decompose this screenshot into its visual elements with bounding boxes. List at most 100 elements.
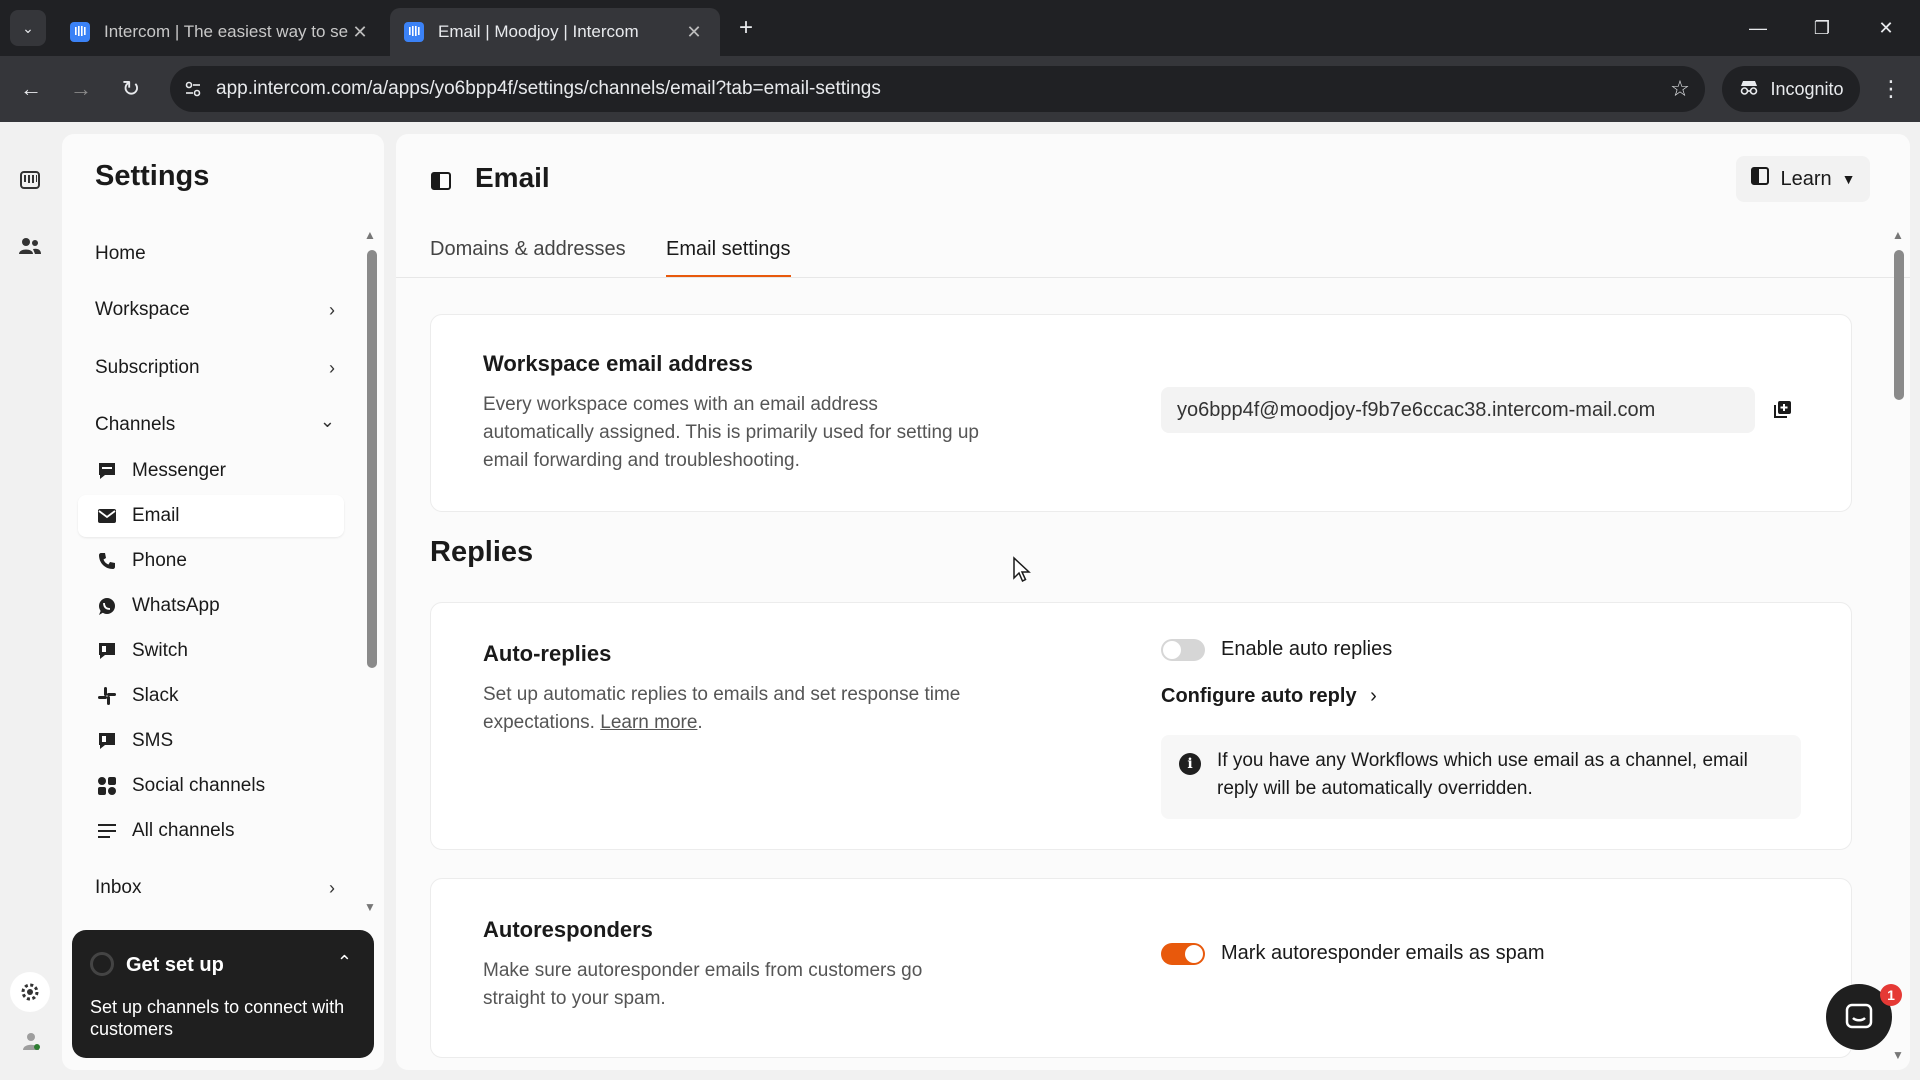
info-icon: i [1179, 753, 1201, 775]
chevron-right-icon: › [329, 877, 335, 898]
settings-gear-icon[interactable] [10, 972, 50, 1012]
inbox-icon[interactable] [16, 166, 44, 194]
auto-replies-title: Auto-replies [483, 641, 612, 666]
mark-spam-toggle[interactable] [1161, 943, 1205, 965]
incognito-icon [1738, 78, 1760, 101]
window-close-icon[interactable]: ✕ [1864, 8, 1908, 48]
main-scroll-down-icon[interactable]: ▼ [1892, 1048, 1904, 1062]
tab-search-button[interactable]: ⌄ [10, 10, 46, 46]
sidebar-item-label: Social channels [132, 775, 266, 796]
sidebar-item-label: All channels [132, 820, 235, 841]
contacts-icon[interactable] [16, 232, 44, 260]
site-info-icon[interactable] [170, 79, 216, 99]
sidebar-item-channels[interactable]: Channels ⌄ [95, 405, 335, 445]
page-title: Email [475, 162, 550, 193]
user-avatar-icon[interactable] [20, 1030, 42, 1052]
chevron-right-icon: › [1370, 685, 1377, 707]
copy-icon[interactable] [1771, 399, 1795, 423]
browser-menu-icon[interactable]: ⋮ [1876, 72, 1906, 106]
browser-tab-email[interactable]: Email | Moodjoy | Intercom ✕ [390, 8, 720, 56]
period: . [697, 712, 703, 733]
sidebar-item-phone[interactable]: Phone [78, 540, 344, 582]
browser-tab-intercom[interactable]: Intercom | The easiest way to se ✕ [56, 8, 386, 56]
tab-domains-addresses[interactable]: Domains & addresses [430, 230, 626, 278]
main-scrollbar[interactable] [1894, 250, 1904, 400]
main-panel: Email Learn ▼ Domains & addresses Email … [396, 134, 1910, 1070]
sidebar-item-home[interactable]: Home [95, 234, 335, 274]
auto-replies-description: Set up automatic replies to emails and s… [483, 681, 983, 737]
sidebar-item-label: Channels [95, 414, 176, 435]
book-icon [1750, 166, 1770, 192]
minimize-icon[interactable]: — [1736, 8, 1780, 48]
address-bar[interactable]: app.intercom.com/a/apps/yo6bpp4f/setting… [170, 66, 1705, 112]
browser-toolbar: ← → ↻ app.intercom.com/a/apps/yo6bpp4f/s… [0, 56, 1920, 122]
sidebar-item-workspace[interactable]: Workspace › [95, 290, 335, 330]
sidebar-item-label: Slack [132, 685, 179, 706]
slack-icon [96, 685, 118, 707]
learn-more-link[interactable]: Learn more [600, 712, 697, 733]
learn-button[interactable]: Learn ▼ [1736, 156, 1870, 202]
email-icon [96, 505, 118, 527]
settings-title: Settings [95, 160, 210, 192]
tabs-divider [396, 277, 1910, 278]
incognito-badge[interactable]: Incognito [1722, 66, 1860, 112]
back-icon[interactable]: ← [14, 72, 48, 106]
tab-title: Email | Moodjoy | Intercom [438, 22, 639, 41]
sidebar-item-label: Switch [132, 640, 188, 661]
sidebar-item-subscription[interactable]: Subscription › [95, 348, 335, 388]
intercom-favicon-icon [404, 22, 424, 42]
reload-icon[interactable]: ↻ [114, 72, 148, 106]
sidebar-item-slack[interactable]: Slack [78, 675, 344, 717]
browser-tabbar: ⌄ Intercom | The easiest way to se ✕ Ema… [0, 0, 1920, 56]
scroll-down-icon[interactable]: ▼ [364, 900, 376, 914]
workspace-email-description: Every workspace comes with an email addr… [483, 394, 979, 471]
toggle-sidebar-icon[interactable] [430, 170, 452, 192]
chat-icon [1845, 1003, 1873, 1029]
sidebar-item-label: SMS [132, 730, 174, 751]
get-set-up-text: Set up channels to connect with customer… [90, 997, 345, 1039]
app-rail [0, 122, 60, 1080]
tab-close-icon[interactable]: ✕ [682, 22, 706, 43]
switch-icon [96, 640, 118, 662]
forward-icon[interactable]: → [64, 72, 98, 106]
workspace-email-field[interactable]: yo6bpp4f@moodjoy-f9b7e6ccac38.intercom-m… [1161, 387, 1755, 433]
incognito-label: Incognito [1770, 78, 1844, 99]
scroll-up-icon[interactable]: ▲ [364, 228, 376, 242]
mark-spam-label: Mark autoresponder emails as spam [1221, 942, 1545, 964]
tab-close-icon[interactable]: ✕ [348, 22, 372, 43]
chevron-down-icon: ⌄ [319, 411, 335, 431]
caret-down-icon: ▼ [1841, 171, 1856, 187]
toggle-knob [1163, 641, 1181, 659]
sidebar-item-messenger[interactable]: Messenger [78, 450, 344, 492]
sidebar-item-sms[interactable]: SMS [78, 720, 344, 762]
workspace-email-value: yo6bpp4f@moodjoy-f9b7e6ccac38.intercom-m… [1177, 398, 1656, 421]
sidebar-item-all-channels[interactable]: All channels [78, 810, 344, 852]
get-set-up-title: Get set up [126, 954, 224, 976]
enable-auto-replies-toggle[interactable] [1161, 639, 1205, 661]
toggle-knob [1185, 945, 1203, 963]
workspace-email-card: Workspace email address Every workspace … [430, 314, 1852, 512]
sidebar-item-email[interactable]: Email [78, 495, 344, 537]
replies-heading: Replies [430, 536, 534, 568]
sidebar-item-label: Inbox [95, 877, 142, 898]
phone-icon [96, 550, 118, 572]
sidebar-item-switch[interactable]: Switch [78, 630, 344, 672]
bookmark-star-icon[interactable]: ☆ [1655, 76, 1705, 102]
sidebar-item-label: Home [95, 243, 146, 264]
chevron-up-icon[interactable]: ⌃ [337, 952, 352, 973]
workspace-email-title: Workspace email address [483, 351, 753, 376]
restore-icon[interactable]: ❐ [1800, 8, 1844, 48]
sidebar-item-label: Email [132, 505, 180, 526]
chevron-right-icon: › [329, 299, 335, 320]
main-scroll-up-icon[interactable]: ▲ [1892, 228, 1904, 242]
workflow-override-notice: i If you have any Workflows which use em… [1161, 735, 1801, 819]
new-tab-button[interactable]: + [730, 12, 762, 44]
sidebar-item-social-channels[interactable]: Social channels [78, 765, 344, 807]
sidebar-item-inbox[interactable]: Inbox › [95, 868, 335, 908]
configure-auto-reply-link[interactable]: Configure auto reply › [1161, 685, 1377, 708]
whatsapp-icon [96, 595, 118, 617]
sidebar-scrollbar[interactable] [367, 250, 377, 668]
sidebar-item-whatsapp[interactable]: WhatsApp [78, 585, 344, 627]
get-set-up-card[interactable]: Get set up ⌃ Set up channels to connect … [72, 930, 374, 1058]
tab-email-settings[interactable]: Email settings [666, 230, 791, 278]
